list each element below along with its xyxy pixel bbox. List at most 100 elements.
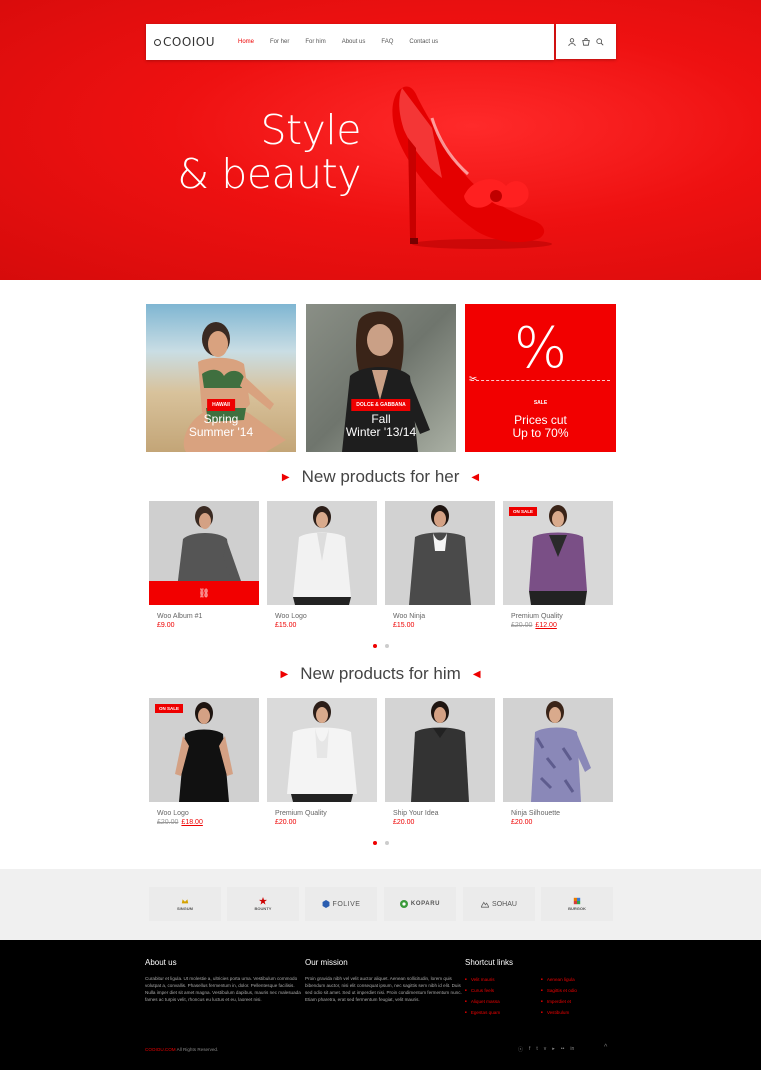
product-sale-price: £18.00	[181, 819, 203, 826]
product-name[interactable]: Woo Ninja	[393, 613, 495, 620]
product-name[interactable]: Ninja Silhouette	[511, 810, 613, 817]
product-image[interactable]	[385, 501, 495, 605]
brand-logo[interactable]: BOUNTY	[227, 887, 299, 921]
banner-sale[interactable]: % ✂ SALE Prices cut Up to 70%	[465, 304, 616, 452]
footer-link[interactable]: Imperdiet et	[541, 996, 621, 1007]
nav-item-for-him[interactable]: For him	[297, 39, 333, 45]
nav-item-faq[interactable]: FAQ	[373, 39, 401, 45]
footer-heading: About us	[145, 958, 177, 967]
logo-mark-icon	[154, 38, 161, 46]
youtube-icon[interactable]: ▸	[552, 1046, 555, 1053]
banner-label: HAWAII	[207, 399, 235, 411]
product-image[interactable]	[267, 501, 377, 605]
product-old-price: £20.00	[157, 819, 179, 826]
section-title-text: New products for her	[301, 467, 460, 486]
brand-logo[interactable]: SOHAU	[463, 887, 535, 921]
nav-item-contact[interactable]: Contact us	[401, 39, 446, 45]
product-carousel-her: ⛓ Woo Album #1 £9.00 Woo Logo £15.00 Woo…	[149, 501, 613, 641]
model-image	[175, 702, 233, 802]
brand-logo[interactable]: KOPARU	[384, 887, 456, 921]
footer-link[interactable]: Sagittis et odio	[541, 985, 621, 996]
arrow-left-icon: ◀	[471, 472, 480, 483]
product-name[interactable]: Woo Logo	[275, 613, 377, 620]
product-card[interactable]: ⛓ Woo Album #1 £9.00	[149, 501, 259, 641]
arrow-right-icon: ▶	[280, 669, 289, 680]
product-card[interactable]: Ship Your Idea £20.00	[385, 698, 495, 838]
product-name[interactable]: Ship Your Idea	[393, 810, 495, 817]
twitter-icon[interactable]: t	[536, 1046, 537, 1053]
footer-link[interactable]: Curus feels	[465, 985, 545, 996]
pager-dot[interactable]	[372, 644, 377, 648]
pager-dot[interactable]	[384, 644, 389, 648]
pager-dot[interactable]	[372, 841, 377, 845]
product-card[interactable]: ON SALE Premium Quality £20.00 £12.00	[503, 501, 613, 641]
product-card[interactable]: Premium Quality £20.00	[267, 698, 377, 838]
product-name[interactable]: Woo Logo	[157, 810, 259, 817]
footer-link[interactable]: Aenean ligula	[541, 974, 621, 985]
carousel-pager-him	[0, 841, 761, 845]
product-image[interactable]	[267, 698, 377, 802]
vimeo-icon[interactable]: v	[544, 1046, 547, 1053]
product-price: £15.00	[275, 622, 297, 629]
dashed-cut-line	[471, 380, 610, 381]
nav-item-for-her[interactable]: For her	[262, 39, 297, 45]
product-image[interactable]: ON SALE	[149, 698, 259, 802]
brand-logo[interactable]: SINGUM	[149, 887, 221, 921]
cube-icon	[573, 897, 581, 905]
product-price: £20.00	[393, 819, 415, 826]
product-card[interactable]: Woo Ninja £15.00	[385, 501, 495, 641]
cart-icon[interactable]	[582, 37, 590, 46]
hero-title-line-1: Style	[260, 106, 362, 154]
nav-item-home[interactable]: Home	[230, 39, 262, 45]
banner-spring-summer[interactable]: HAWAII Spring Summer '14	[146, 304, 296, 452]
banner-label: SALE	[533, 400, 548, 406]
section-title-text: New products for him	[300, 664, 461, 683]
footer-link[interactable]: Velit mauris	[465, 974, 545, 985]
footer-link[interactable]: Vestibulum	[541, 1007, 621, 1018]
brand-name: SOHAU	[492, 900, 517, 908]
product-price: £20.00	[275, 819, 297, 826]
banner-caption-line-2: Summer '14	[188, 425, 254, 439]
product-image[interactable]	[503, 698, 613, 802]
product-name[interactable]: Woo Album #1	[157, 613, 259, 620]
nav-item-about[interactable]: About us	[334, 39, 374, 45]
product-name[interactable]: Premium Quality	[511, 613, 613, 620]
product-sale-price: £12.00	[535, 622, 557, 629]
arrow-right-icon: ▶	[281, 472, 290, 483]
skype-icon[interactable]: ⓢ	[518, 1046, 523, 1053]
model-image	[411, 701, 469, 802]
linkedin-icon[interactable]: in	[570, 1046, 574, 1053]
product-image[interactable]	[385, 698, 495, 802]
brand-name: KOPARU	[410, 901, 441, 907]
product-price: £15.00	[393, 622, 415, 629]
product-carousel-him: ON SALE Woo Logo £20.00 £18.00 Premium Qu…	[149, 698, 613, 838]
footer-link[interactable]: Egestas quam	[465, 1007, 545, 1018]
banner-fall-winter[interactable]: DOLCE & GABBANA Fall Winter '13/14	[306, 304, 456, 452]
copyright-site-link[interactable]: COOIOU.COM	[145, 1047, 176, 1052]
product-card[interactable]: Woo Logo £15.00	[267, 501, 377, 641]
model-image	[529, 505, 587, 605]
site-logo[interactable]: COOIOU	[154, 35, 230, 49]
brand-logo[interactable]: BURGOK	[541, 887, 613, 921]
model-image	[409, 505, 471, 605]
product-image[interactable]: ON SALE	[503, 501, 613, 605]
banner-caption: Prices cut Up to 70%	[465, 414, 616, 440]
footer-link[interactable]: Aliquet massa	[465, 996, 545, 1007]
hero-banner: COOIOU Home For her For him About us FAQ…	[0, 0, 761, 280]
product-card[interactable]: ON SALE Woo Logo £20.00 £18.00	[149, 698, 259, 838]
facebook-icon[interactable]: f	[529, 1046, 530, 1053]
brand-logo[interactable]: FOLIVE	[305, 887, 377, 921]
product-image[interactable]: ⛓	[149, 501, 259, 605]
product-name[interactable]: Premium Quality	[275, 810, 377, 817]
search-icon[interactable]	[596, 37, 604, 46]
footer-shortcuts: Shortcut links	[465, 958, 513, 975]
banner-caption-line-2: Up to 70%	[512, 426, 569, 440]
hero-title-line-2: & beauty	[177, 150, 361, 198]
on-sale-badge: ON SALE	[509, 507, 538, 516]
user-icon[interactable]	[568, 37, 576, 46]
link-icon[interactable]: ⛓	[149, 581, 259, 605]
pager-dot[interactable]	[384, 841, 389, 845]
back-to-top-icon[interactable]: ^	[604, 1044, 607, 1051]
product-card[interactable]: Ninja Silhouette £20.00	[503, 698, 613, 838]
flickr-icon[interactable]: ••	[561, 1046, 565, 1053]
